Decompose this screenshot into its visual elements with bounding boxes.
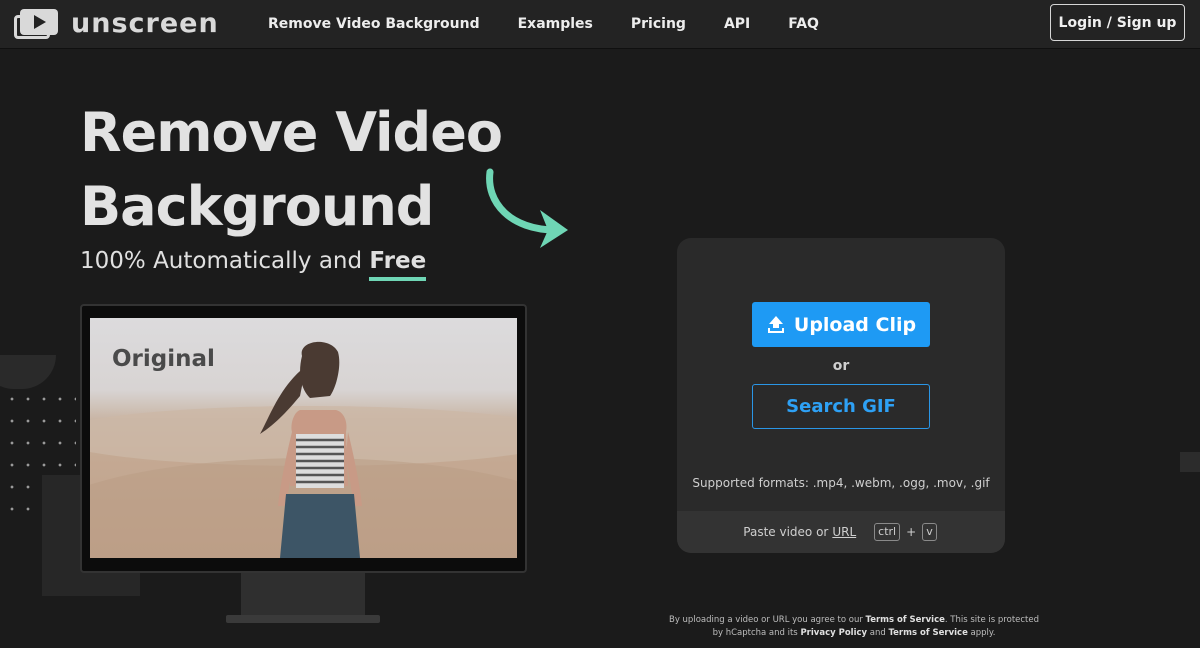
or-separator: or [832, 358, 850, 374]
legal-notice: By uploading a video or URL you agree to… [668, 614, 1040, 640]
hero-subtitle: 100% Automatically and Free [80, 248, 427, 281]
hcaptcha-terms-link[interactable]: Terms of Service [889, 628, 968, 638]
nav-link-api[interactable]: API [724, 16, 750, 32]
upload-icon [767, 315, 784, 333]
preview-video: Original [90, 318, 517, 558]
paste-hint[interactable]: Paste video or URL ctrl + v [677, 511, 1005, 553]
logo-text: unscreen [71, 8, 219, 39]
nav-link-remove-video-background[interactable]: Remove Video Background [268, 16, 480, 32]
hero-title-line2: Background [80, 175, 434, 238]
hero-title-line1: Remove Video [80, 101, 503, 164]
login-signup-button[interactable]: Login / Sign up [1050, 4, 1185, 41]
legal-text-1: By uploading a video or URL you agree to… [668, 615, 866, 625]
decorative-half-circle [0, 355, 56, 389]
search-gif-button[interactable]: Search GIF [752, 384, 930, 429]
upload-card: Upload Clip or Search GIF Supported form… [677, 238, 1005, 553]
logo-icon [14, 9, 58, 39]
hero-subtitle-free: Free [369, 248, 427, 281]
nav-link-examples[interactable]: Examples [518, 16, 593, 32]
terms-of-service-link[interactable]: Terms of Service [866, 615, 945, 625]
privacy-policy-link[interactable]: Privacy Policy [800, 628, 867, 638]
monitor-stand [241, 573, 365, 615]
nav-link-pricing[interactable]: Pricing [631, 16, 686, 32]
nav-link-faq[interactable]: FAQ [788, 16, 819, 32]
decorative-square [1180, 452, 1200, 472]
paste-hint-text: Paste video or [743, 525, 829, 539]
supported-formats: Supported formats: .mp4, .webm, .ogg, .m… [692, 476, 990, 490]
legal-text-4: apply. [967, 628, 996, 638]
top-nav: unscreen Remove Video Background Example… [0, 0, 1200, 48]
paste-url-link[interactable]: URL [832, 525, 856, 539]
legal-text-3: and [867, 628, 889, 638]
hero-subtitle-text: 100% Automatically and [80, 248, 370, 274]
plus-sign: + [906, 525, 917, 539]
woman-figure-illustration [260, 341, 362, 558]
curved-arrow-icon [486, 168, 568, 248]
logo[interactable]: unscreen [14, 9, 219, 39]
upload-clip-button[interactable]: Upload Clip [752, 302, 930, 347]
monitor-base [226, 615, 380, 623]
nav-links: Remove Video Background Examples Pricing… [268, 0, 857, 48]
upload-clip-label: Upload Clip [793, 313, 917, 336]
ctrl-key: ctrl [874, 523, 901, 541]
v-key: v [922, 523, 937, 541]
preview-label: Original [112, 346, 215, 372]
monitor-frame: Original [80, 304, 527, 573]
